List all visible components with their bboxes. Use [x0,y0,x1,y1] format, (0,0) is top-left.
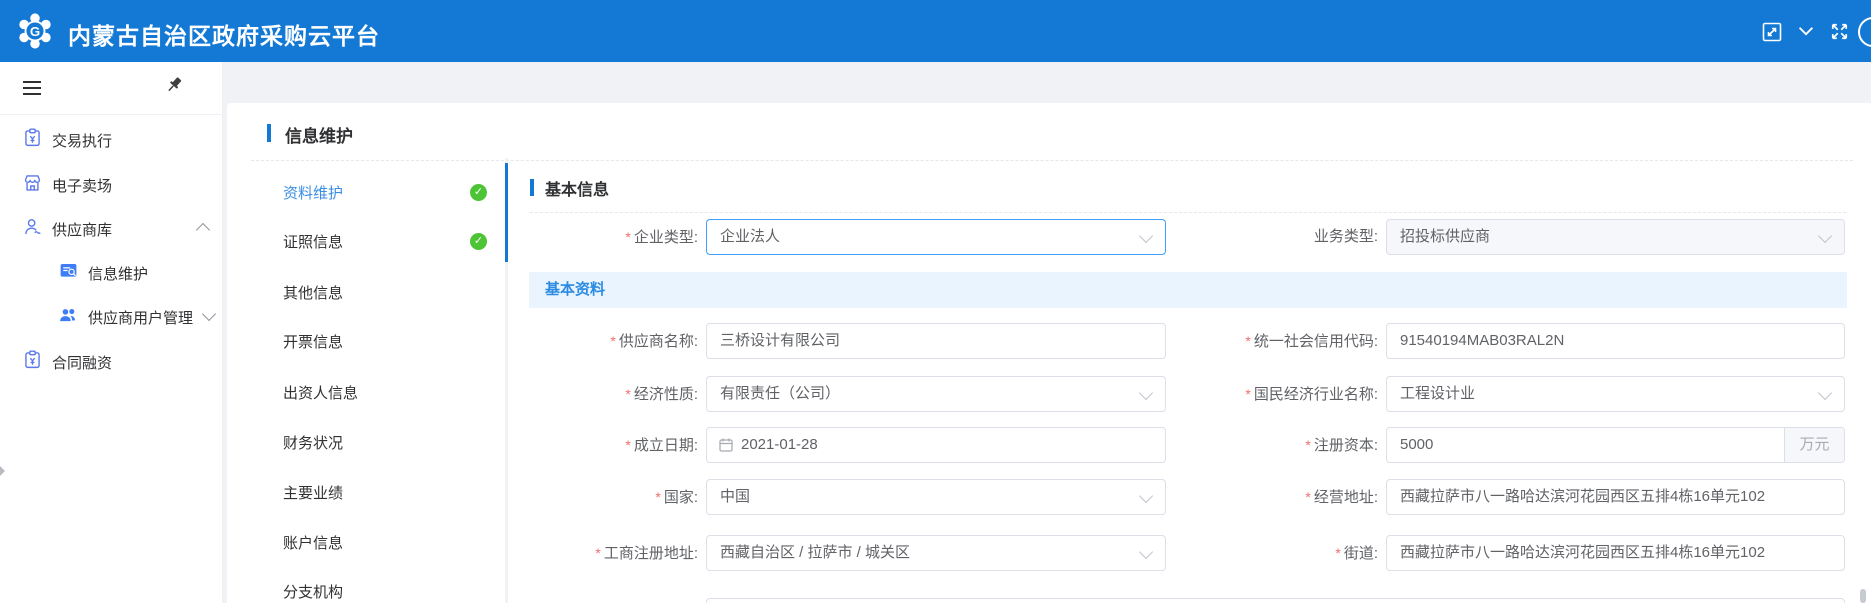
tab-profile-maintenance[interactable]: 资料维护 [283,182,343,204]
pin-icon[interactable] [163,74,185,96]
business-type-label: 业务类型: [1207,219,1378,255]
chevron-down-icon[interactable] [1796,24,1820,48]
check-circle-icon: ✓ [470,184,487,201]
industry-name-label: *国民经济行业名称: [1207,376,1378,412]
person-icon [22,216,44,238]
tab-account-info[interactable]: 账户信息 [283,532,343,554]
chevron-down-icon [1139,386,1153,400]
app-title: 内蒙古自治区政府采购云平台 [68,17,380,51]
street-input[interactable]: 西藏拉萨市八一路哈达滨河花园西区五排4栋16单元102 [1386,535,1845,571]
clipboard-yuan-icon [22,127,44,149]
unit-addon: 万元 [1784,428,1844,462]
users-icon [58,304,80,326]
sidebar-header [0,62,222,115]
page-title: 信息维护 [285,122,353,147]
sidebar-item-info-maintenance[interactable]: 信息维护 [0,260,222,284]
content-card: 信息维护 资料维护 证照信息 其他信息 开票信息 出资人信息 财务状况 主要业绩… [227,103,1871,603]
app-header: G 内蒙古自治区政府采购云平台 [0,0,1871,62]
fullscreen-icon[interactable] [1828,20,1852,44]
registered-capital-label: *注册资本: [1207,427,1378,463]
resize-icon[interactable] [1760,20,1784,44]
divider [251,160,1853,161]
chevron-down-icon [1139,545,1153,559]
sidebar-item-label: 合同融资 [52,352,112,373]
industry-name-select[interactable]: 工程设计业 [1386,376,1845,412]
registered-address-label: *工商注册地址: [530,535,698,571]
supplier-name-label: *供应商名称: [530,323,698,359]
economic-nature-select[interactable]: 有限责任（公司） [706,376,1166,412]
chevron-down-icon [1139,489,1153,503]
tab-investor-info[interactable]: 出资人信息 [283,382,358,404]
tab-scrollbar-thumb[interactable] [505,163,508,262]
hamburger-icon[interactable] [22,80,42,96]
sidebar-item-supplier-user-mgmt[interactable]: 供应商用户管理 [0,304,222,328]
avatar[interactable] [1858,17,1871,47]
sidebar-item-label: 供应商用户管理 [88,307,193,328]
business-address-input[interactable]: 西藏拉萨市八一路哈达滨河花园西区五排4栋16单元102 [1386,479,1845,515]
business-address-label: *经营地址: [1207,479,1378,515]
tab-branch-offices[interactable]: 分支机构 [283,581,343,603]
sidebar-item-label: 电子卖场 [52,175,112,196]
section-accent-bar [530,179,534,196]
chevron-down-icon [202,307,216,321]
app-logo-icon: G [16,12,54,50]
established-date-label: *成立日期: [530,427,698,463]
chevron-up-icon [196,223,210,237]
check-circle-icon: ✓ [470,233,487,250]
page-title-accent-bar [267,124,271,142]
tab-major-performance[interactable]: 主要业绩 [283,482,343,504]
clipboard-yuan-icon [22,349,44,371]
enterprise-type-select[interactable]: 企业法人 [706,219,1166,255]
supplier-name-input[interactable]: 三桥设计有限公司 [706,323,1166,359]
credit-code-label: *统一社会信用代码: [1207,323,1378,359]
country-label: *国家: [530,479,698,515]
credit-code-input[interactable]: 91540194MAB03RAL2N [1386,323,1845,359]
tab-license-info[interactable]: 证照信息 [283,231,343,253]
sidebar-collapse-handle[interactable] [0,466,5,476]
registered-capital-input[interactable]: 5000 万元 [1386,427,1845,463]
sidebar-item-e-marketplace[interactable]: 电子卖场 [0,172,222,196]
sidebar-item-label: 供应商库 [52,219,112,240]
tab-invoice-info[interactable]: 开票信息 [283,331,343,353]
sidebar-item-label: 交易执行 [52,130,112,151]
calendar-icon [718,437,734,453]
business-type-select[interactable]: 招投标供应商 [1386,219,1845,255]
subsection-banner: 基本资料 [529,272,1847,308]
registered-address-select[interactable]: 西藏自治区 / 拉萨市 / 城关区 [706,535,1166,571]
established-date-input[interactable]: 2021-01-28 [706,427,1166,463]
doc-search-icon [58,260,80,282]
tab-financial-status[interactable]: 财务状况 [283,432,343,454]
street-label: *街道: [1207,535,1378,571]
sidebar-item-label: 信息维护 [88,263,148,284]
country-select[interactable]: 中国 [706,479,1166,515]
sidebar-item-trade-execution[interactable]: 交易执行 [0,127,222,151]
next-field-input[interactable] [706,598,1845,603]
chevron-down-icon [1139,229,1153,243]
sidebar: 交易执行 电子卖场 供应商库 [0,62,223,603]
economic-nature-label: *经济性质: [530,376,698,412]
chevron-down-icon [1818,386,1832,400]
sidebar-item-contract-financing[interactable]: 合同融资 [0,349,222,373]
sidebar-item-supplier-library[interactable]: 供应商库 [0,216,222,240]
tab-other-info[interactable]: 其他信息 [283,282,343,304]
chevron-down-icon [1818,229,1832,243]
svg-text:G: G [30,24,40,39]
divider [530,212,1846,213]
storefront-icon [22,172,44,194]
enterprise-type-label: *企业类型: [530,219,698,255]
section-title: 基本信息 [545,176,609,200]
form-scrollbar-thumb[interactable] [1860,589,1866,603]
